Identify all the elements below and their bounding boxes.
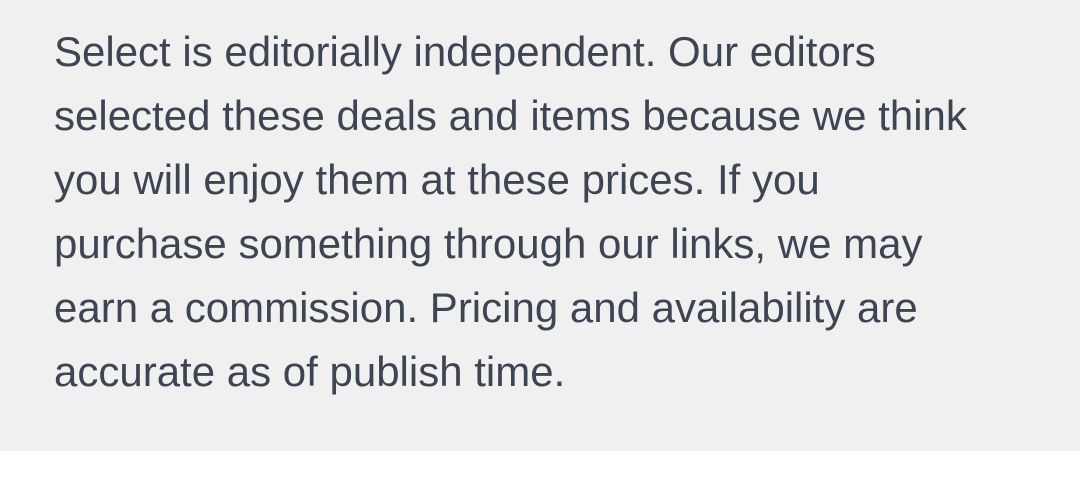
disclaimer-line: earn a commission. Pricing and availabil… <box>54 284 918 331</box>
disclaimer-line: selected these deals and items because w… <box>54 92 967 139</box>
page-background <box>0 451 1080 483</box>
disclaimer-line: you will enjoy them at these prices. If … <box>54 156 820 203</box>
editorial-disclaimer-box: Select is editorially independent. Our e… <box>0 0 1080 451</box>
disclaimer-line: purchase something through our links, we… <box>54 220 923 267</box>
disclaimer-line: Select is editorially independent. Our e… <box>54 28 876 75</box>
disclaimer-line: accurate as of publish time. <box>54 348 566 395</box>
editorial-disclaimer-text: Select is editorially independent. Our e… <box>54 20 1040 404</box>
